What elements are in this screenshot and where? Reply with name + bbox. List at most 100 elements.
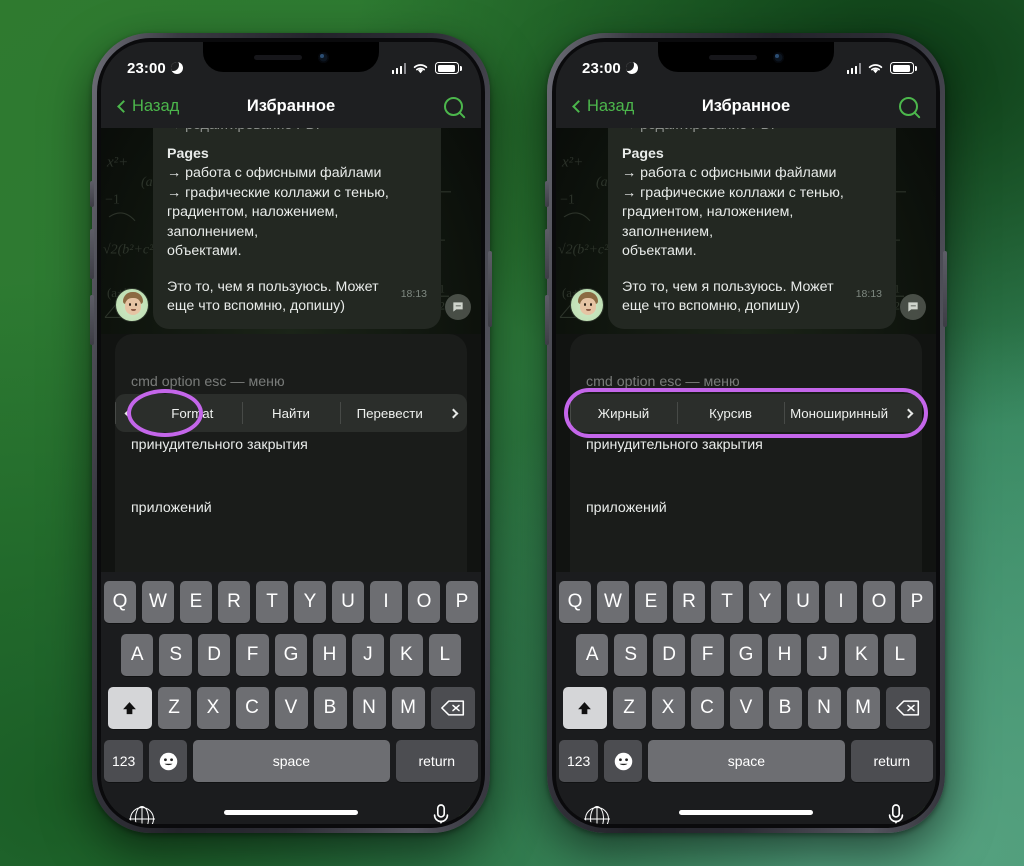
volume-up-button[interactable] (90, 229, 94, 279)
key-o[interactable]: O (863, 581, 895, 623)
context-item-format[interactable]: Format (143, 394, 242, 432)
key-f[interactable]: F (691, 634, 724, 676)
reply-bubble-icon[interactable] (900, 294, 926, 320)
globe-language-icon[interactable] (585, 805, 609, 824)
search-icon[interactable] (444, 96, 463, 116)
key-h[interactable]: H (313, 634, 346, 676)
key-n[interactable]: N (807, 687, 841, 729)
reply-bubble-icon[interactable] (445, 294, 471, 320)
key-m[interactable]: M (846, 687, 880, 729)
key-p[interactable]: P (446, 581, 478, 623)
key-b[interactable]: B (768, 687, 802, 729)
key-m[interactable]: M (391, 687, 425, 729)
key-l[interactable]: L (883, 634, 916, 676)
key-u[interactable]: U (787, 581, 819, 623)
key-d[interactable]: D (652, 634, 686, 676)
key-f[interactable]: F (236, 634, 269, 676)
compose-box[interactable]: cmd option esc — меню принудительного за… (115, 334, 467, 592)
key-e[interactable]: E (635, 581, 667, 623)
key-t[interactable]: T (711, 581, 743, 623)
memoji-avatar[interactable] (570, 288, 604, 322)
key-a[interactable]: A (576, 634, 609, 676)
key-n[interactable]: N (352, 687, 386, 729)
key-w[interactable]: W (597, 581, 629, 623)
key-l[interactable]: L (428, 634, 461, 676)
key-z[interactable]: Z (612, 687, 646, 729)
shift-up-arrow-icon[interactable] (562, 687, 607, 729)
context-item-italic[interactable]: Курсив (677, 394, 784, 432)
mute-switch[interactable] (90, 181, 94, 207)
key-numbers[interactable]: 123 (559, 740, 599, 782)
key-p[interactable]: P (901, 581, 933, 623)
back-button[interactable]: Назад (117, 97, 179, 116)
key-return[interactable]: return (850, 740, 933, 782)
key-numbers[interactable]: 123 (104, 740, 144, 782)
context-item-translate[interactable]: Перевести (340, 394, 439, 432)
mute-switch[interactable] (545, 181, 549, 207)
volume-down-button[interactable] (545, 295, 549, 345)
key-g[interactable]: G (729, 634, 763, 676)
key-g[interactable]: G (274, 634, 308, 676)
key-d[interactable]: D (197, 634, 231, 676)
key-h[interactable]: H (768, 634, 801, 676)
key-r[interactable]: R (673, 581, 705, 623)
key-t[interactable]: T (256, 581, 288, 623)
context-item-find[interactable]: Найти (241, 394, 341, 432)
key-e[interactable]: E (180, 581, 212, 623)
volume-up-button[interactable] (545, 229, 549, 279)
home-indicator[interactable] (679, 810, 813, 815)
key-return[interactable]: return (395, 740, 478, 782)
shift-up-arrow-icon[interactable] (107, 687, 152, 729)
key-r[interactable]: R (218, 581, 250, 623)
key-q[interactable]: Q (559, 581, 591, 623)
backspace-delete-icon[interactable] (885, 687, 930, 729)
key-v[interactable]: V (274, 687, 308, 729)
key-w[interactable]: W (142, 581, 174, 623)
key-s[interactable]: S (159, 634, 192, 676)
context-item-monospace[interactable]: Моноширинный (784, 394, 894, 432)
key-k[interactable]: K (390, 634, 423, 676)
search-icon[interactable] (899, 96, 918, 116)
key-a[interactable]: A (121, 634, 154, 676)
key-z[interactable]: Z (157, 687, 191, 729)
microphone-icon[interactable] (430, 803, 452, 824)
key-s[interactable]: S (614, 634, 647, 676)
chevron-left-icon[interactable] (115, 394, 143, 432)
home-indicator[interactable] (224, 810, 358, 815)
key-b[interactable]: B (313, 687, 347, 729)
key-space[interactable]: space (193, 740, 390, 782)
backspace-delete-icon[interactable] (430, 687, 475, 729)
volume-down-button[interactable] (90, 295, 94, 345)
memoji-avatar[interactable] (115, 288, 149, 322)
key-j[interactable]: J (806, 634, 840, 676)
compose-box[interactable]: cmd option esc — меню принудительного за… (570, 334, 922, 592)
emoji-face-icon[interactable] (149, 740, 188, 782)
key-v[interactable]: V (729, 687, 763, 729)
power-button[interactable] (943, 251, 947, 327)
power-button[interactable] (488, 251, 492, 327)
key-u[interactable]: U (332, 581, 364, 623)
key-c[interactable]: C (690, 687, 724, 729)
key-x[interactable]: X (196, 687, 230, 729)
message-bubble[interactable]: → редактирование PDF Pages → работа с оф… (153, 128, 441, 329)
key-i[interactable]: I (370, 581, 402, 623)
key-space[interactable]: space (648, 740, 845, 782)
key-k[interactable]: K (845, 634, 878, 676)
chevron-right-icon[interactable] (894, 394, 922, 432)
key-j[interactable]: J (351, 634, 385, 676)
context-item-bold[interactable]: Жирный (570, 394, 677, 432)
emoji-face-icon[interactable] (604, 740, 643, 782)
back-button[interactable]: Назад (572, 97, 634, 116)
globe-language-icon[interactable] (130, 805, 154, 824)
key-x[interactable]: X (651, 687, 685, 729)
key-q[interactable]: Q (104, 581, 136, 623)
chevron-right-icon[interactable] (439, 394, 467, 432)
compose-text[interactable]: cmd option esc — меню принудительного за… (131, 334, 451, 592)
compose-text[interactable]: cmd option esc — меню принудительного за… (586, 334, 906, 592)
key-o[interactable]: O (408, 581, 440, 623)
key-c[interactable]: C (235, 687, 269, 729)
microphone-icon[interactable] (885, 803, 907, 824)
message-bubble[interactable]: → редактирование PDF Pages → работа с оф… (608, 128, 896, 329)
key-i[interactable]: I (825, 581, 857, 623)
key-y[interactable]: Y (749, 581, 781, 623)
